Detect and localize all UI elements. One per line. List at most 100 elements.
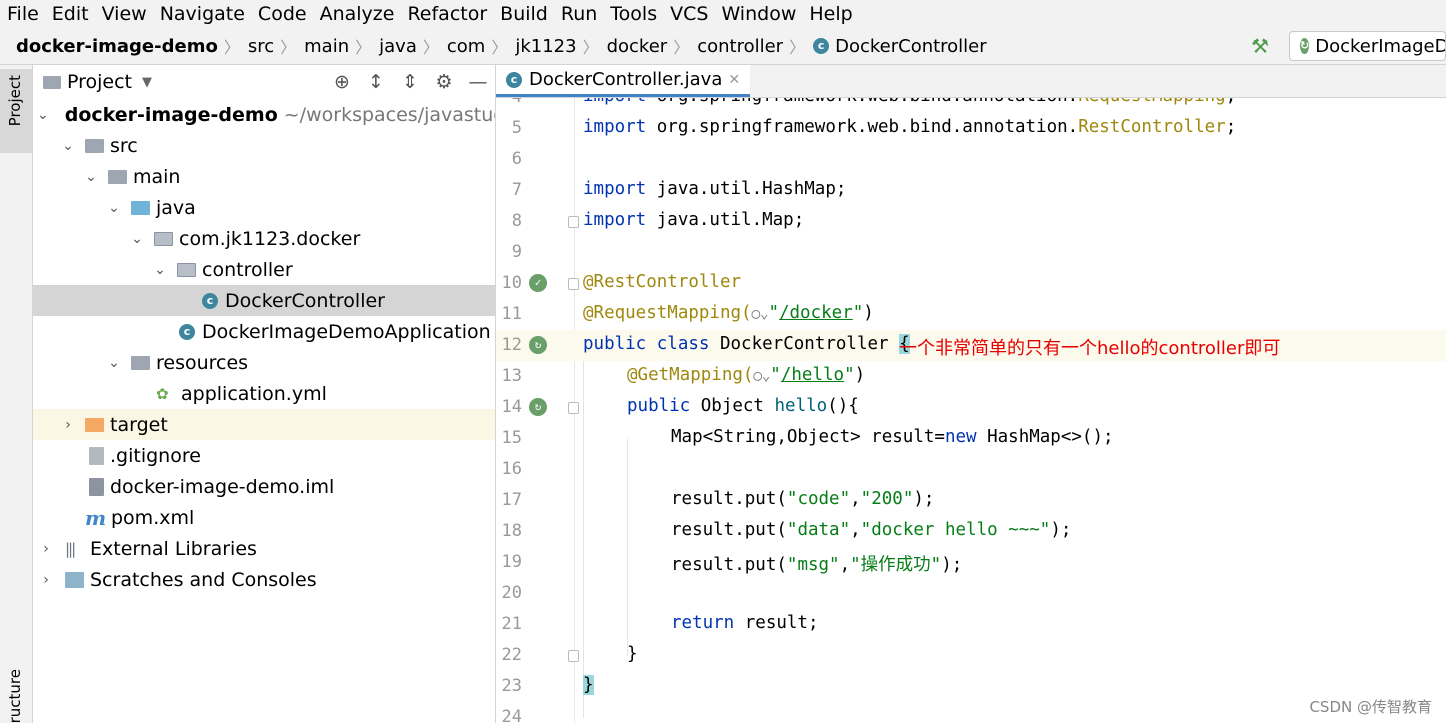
endpoint-link[interactable]: /docker — [779, 303, 853, 323]
breadcrumb-dockercontroller[interactable]: DockerController — [835, 36, 987, 57]
chevron-right-icon[interactable]: › — [37, 541, 55, 557]
tree-node-src[interactable]: ⌄ src — [33, 130, 495, 161]
code-token: @RequestMapping( — [583, 303, 752, 323]
menu-code[interactable]: Code — [251, 0, 313, 28]
menu-analyze[interactable]: Analyze — [313, 0, 401, 28]
dropdown-arrow-icon[interactable]: ▼ — [142, 75, 152, 90]
line-number: 5 — [511, 118, 522, 138]
chevron-down-icon[interactable]: ⌄ — [105, 355, 123, 371]
spring-bean-gutter-icon[interactable]: ↻ — [529, 336, 547, 354]
tree-node-controller[interactable]: ⌄ controller — [33, 254, 495, 285]
tree-node-gitignore[interactable]: .gitignore — [33, 440, 495, 471]
project-root-path: ~/workspaces/javastudy/m — [283, 103, 495, 126]
menu-vcs[interactable]: VCS — [663, 0, 714, 28]
run-configuration-selector[interactable]: ↻ DockerImageD — [1289, 31, 1446, 61]
fold-marker-icon[interactable] — [568, 402, 579, 414]
breadcrumb-jk1123[interactable]: jk1123 — [515, 36, 576, 57]
code-token: " — [844, 365, 855, 385]
menu-view[interactable]: View — [95, 0, 153, 28]
close-icon[interactable]: ✕ — [728, 72, 740, 88]
class-icon: c — [202, 292, 218, 309]
tab-dockercontroller-java[interactable]: c DockerController.java ✕ — [496, 65, 751, 97]
tree-node-project-root[interactable]: ⌄ docker-image-demo ~/workspaces/javastu… — [33, 99, 495, 130]
code-line: 7 import java.util.HashMap; — [496, 175, 1446, 206]
chevron-right-icon[interactable]: › — [59, 417, 77, 433]
code-token: import — [583, 179, 647, 199]
code-token: Map<String,Object> result= — [671, 427, 945, 447]
tree-node-target[interactable]: › target — [33, 409, 495, 440]
package-icon — [154, 231, 173, 246]
locate-target-icon[interactable]: ⊕ — [325, 71, 359, 93]
tree-node-external-libraries[interactable]: › ||| External Libraries — [33, 533, 495, 564]
project-tool-tab[interactable]: Project — [0, 69, 32, 153]
code-token: @RestController — [583, 272, 742, 292]
menu-tools[interactable]: Tools — [603, 0, 663, 28]
breadcrumb-java[interactable]: java — [379, 36, 417, 57]
menu-edit[interactable]: Edit — [45, 0, 95, 28]
web-endpoint-icon[interactable]: ◯⌄ — [752, 306, 769, 322]
tree-node-dockercontroller[interactable]: c DockerController — [33, 285, 495, 316]
tree-node-package[interactable]: ⌄ com.jk1123.docker — [33, 223, 495, 254]
tree-label-scratches: Scratches and Consoles — [90, 568, 317, 591]
tree-node-application-class[interactable]: c DockerImageDemoApplication — [33, 316, 495, 347]
breadcrumb-controller[interactable]: controller — [697, 36, 783, 57]
navigation-bar: docker-image-demo 〉 src 〉 main 〉 java 〉 … — [0, 28, 1446, 65]
menu-navigate[interactable]: Navigate — [153, 0, 251, 28]
request-mapping-gutter-icon[interactable]: ↻ — [529, 398, 547, 416]
menu-build[interactable]: Build — [493, 0, 554, 28]
chevron-down-icon[interactable]: ⌄ — [37, 107, 49, 123]
collapse-all-icon[interactable]: ⇕ — [393, 71, 427, 93]
breadcrumb-main[interactable]: main — [304, 36, 349, 57]
code-area[interactable]: 4 import org.springframework.web.bind.an… — [496, 98, 1446, 723]
annotation-note: 一个非常简单的只有一个hello的controller即可 — [899, 338, 1281, 359]
spring-bean-gutter-icon[interactable]: ✓ — [529, 274, 547, 292]
menu-window[interactable]: Window — [714, 0, 802, 28]
library-icon: ||| — [65, 539, 76, 558]
chevron-down-icon[interactable]: ⌄ — [59, 138, 77, 154]
fold-marker-icon[interactable] — [568, 650, 579, 662]
chevron-down-icon[interactable]: ⌄ — [128, 231, 146, 247]
tree-node-scratches[interactable]: › Scratches and Consoles — [33, 564, 495, 595]
code-token: ); — [1050, 520, 1072, 540]
code-token: "操作成功" — [850, 555, 942, 575]
expand-all-icon[interactable]: ↕ — [359, 71, 393, 93]
menu-file[interactable]: File — [0, 0, 45, 28]
minimize-icon[interactable]: — — [461, 71, 495, 93]
breadcrumb-src[interactable]: src — [248, 36, 274, 57]
tree-node-pom[interactable]: m pom.xml — [33, 502, 495, 533]
code-token: org.springframework.web.bind.annotation. — [646, 117, 1079, 137]
web-endpoint-icon[interactable]: ◯⌄ — [753, 368, 770, 384]
tree-node-application-yml[interactable]: ✿ application.yml — [33, 378, 495, 409]
breadcrumb-com[interactable]: com — [447, 36, 485, 57]
tree-node-iml[interactable]: docker-image-demo.iml — [33, 471, 495, 502]
build-hammer-icon[interactable]: ⚒ — [1251, 34, 1269, 58]
menu-run[interactable]: Run — [554, 0, 603, 28]
gear-icon[interactable]: ⚙ — [427, 71, 461, 93]
endpoint-link[interactable]: /hello — [781, 365, 844, 385]
tree-node-main[interactable]: ⌄ main — [33, 161, 495, 192]
code-text: import java.util.Map; — [583, 210, 804, 230]
code-line: 15 Map<String,Object> result=new HashMap… — [496, 423, 1446, 454]
code-token: org.springframework.web.bind.annotation. — [646, 98, 1078, 106]
chevron-down-icon[interactable]: ⌄ — [151, 262, 169, 278]
menu-refactor[interactable]: Refactor — [400, 0, 493, 28]
menu-help[interactable]: Help — [802, 0, 858, 28]
line-number: 4 — [496, 98, 522, 107]
chevron-right-icon: 〉 — [673, 38, 690, 57]
breadcrumb-project[interactable]: docker-image-demo — [16, 36, 218, 57]
tree-node-java[interactable]: ⌄ java — [33, 192, 495, 223]
chevron-right-icon[interactable]: › — [37, 572, 55, 588]
structure-tool-tab[interactable]: ructure — [6, 669, 24, 723]
fold-marker-icon[interactable] — [568, 278, 579, 290]
chevron-down-icon[interactable]: ⌄ — [82, 169, 100, 185]
project-panel-title[interactable]: Project — [67, 71, 132, 93]
code-token: " — [770, 365, 781, 385]
code-text: } — [627, 644, 638, 664]
chevron-down-icon[interactable]: ⌄ — [105, 200, 123, 216]
code-text: public class DockerController { — [583, 334, 910, 354]
line-number: 17 — [501, 490, 522, 510]
breadcrumb-docker[interactable]: docker — [607, 36, 668, 57]
fold-marker-icon[interactable] — [568, 216, 579, 228]
tree-node-resources[interactable]: ⌄ resources — [33, 347, 495, 378]
package-icon — [177, 262, 196, 277]
